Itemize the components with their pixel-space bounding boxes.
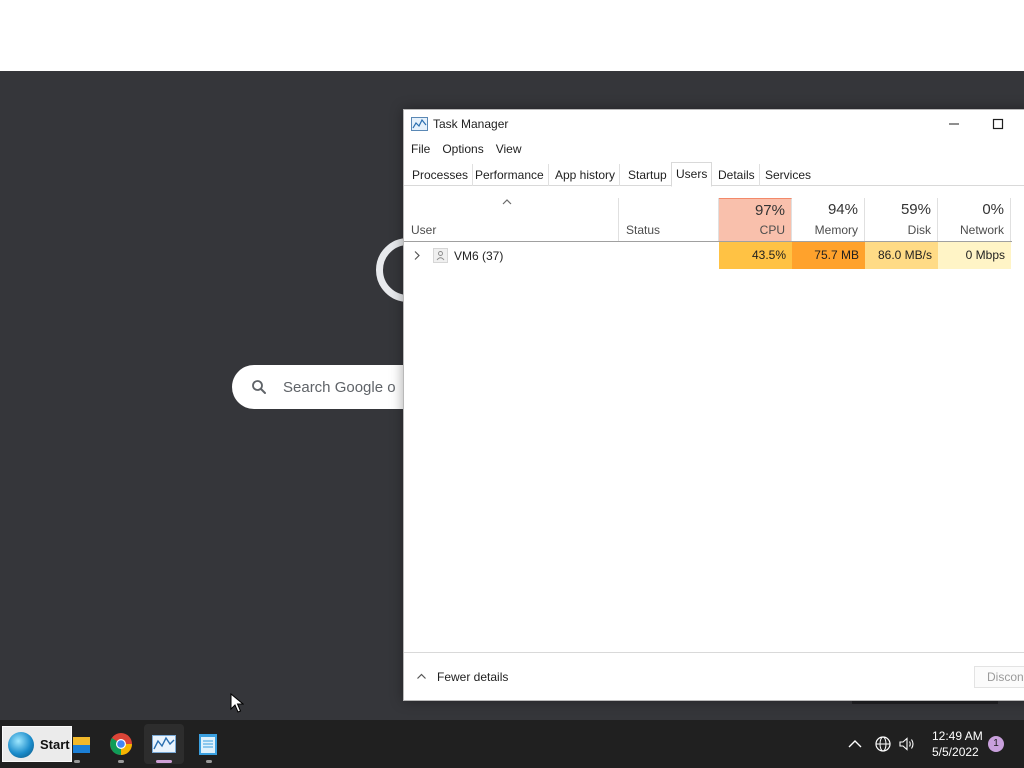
- status-column-label: Status: [626, 223, 661, 237]
- user-name: VM6 (37): [454, 249, 504, 263]
- notepad-icon[interactable]: [198, 732, 218, 756]
- network-column-label: Network: [959, 223, 1004, 237]
- speaker-icon[interactable]: [898, 735, 916, 753]
- tab-processes[interactable]: Processes: [408, 164, 474, 186]
- column-header-cpu[interactable]: 97% CPU: [719, 198, 792, 242]
- tab-services[interactable]: Services: [761, 164, 815, 186]
- memory-value: 75.7 MB: [792, 242, 865, 269]
- notification-badge[interactable]: 1: [988, 736, 1004, 752]
- sort-ascending-icon: [502, 199, 512, 205]
- notepad-indicator: [206, 760, 212, 763]
- cpu-value: 43.5%: [719, 242, 792, 269]
- start-orb-icon: [8, 732, 34, 758]
- taskbar: Start 12:49 AM 5/5/2022 1: [0, 720, 1024, 768]
- globe-icon[interactable]: [874, 735, 892, 753]
- cpu-column-label: CPU: [759, 223, 785, 237]
- cpu-total-percent: 97%: [754, 202, 785, 219]
- user-column-label: User: [411, 223, 437, 237]
- menu-view[interactable]: View: [490, 140, 528, 158]
- tab-performance[interactable]: Performance: [471, 164, 549, 186]
- file-explorer-indicator: [74, 760, 80, 763]
- network-value: 0 Mbps: [938, 242, 1011, 269]
- start-label: Start: [40, 737, 70, 752]
- footer: Fewer details Discon: [404, 652, 1024, 700]
- window-title: Task Manager: [433, 117, 509, 131]
- tab-details[interactable]: Details: [714, 164, 760, 186]
- disk-column-label: Disk: [907, 223, 931, 237]
- column-header-memory[interactable]: 94% Memory: [792, 198, 865, 242]
- disconnect-button[interactable]: Discon: [974, 666, 1024, 688]
- menu-file[interactable]: File: [404, 140, 436, 158]
- column-header-user[interactable]: User: [404, 198, 619, 242]
- user-avatar-icon: [433, 248, 448, 263]
- memory-column-label: Memory: [814, 223, 858, 237]
- tab-users[interactable]: Users: [671, 162, 713, 187]
- column-header-status[interactable]: Status: [619, 198, 719, 242]
- table-row[interactable]: VM6 (37) 43.5% 75.7 MB 86.0 MB/s 0 Mbps: [404, 242, 1012, 269]
- column-header-disk[interactable]: 59% Disk: [865, 198, 938, 242]
- menu-options[interactable]: Options: [436, 140, 489, 158]
- browser-top-area: [0, 0, 1024, 71]
- memory-total-percent: 94%: [827, 201, 858, 218]
- file-explorer-icon[interactable]: [73, 732, 91, 756]
- chevron-up-icon[interactable]: [416, 673, 427, 680]
- minimize-icon[interactable]: [944, 115, 964, 133]
- disk-value: 86.0 MB/s: [865, 242, 938, 269]
- title-bar[interactable]: Task Manager: [404, 110, 1024, 138]
- search-icon: [252, 380, 266, 394]
- chrome-indicator: [118, 760, 124, 763]
- clock-time[interactable]: 12:49 AM: [932, 729, 983, 743]
- task-manager-app-icon: [411, 117, 428, 131]
- fewer-details-link[interactable]: Fewer details: [437, 670, 508, 684]
- task-manager-window: Task Manager File Options View Processes…: [403, 109, 1024, 701]
- search-placeholder: Search Google o: [283, 378, 396, 396]
- column-header-network[interactable]: 0% Network: [938, 198, 1011, 242]
- chevron-up-icon[interactable]: [846, 735, 864, 753]
- mouse-cursor-icon: [230, 693, 244, 713]
- expand-chevron-icon[interactable]: [413, 250, 421, 261]
- tab-startup[interactable]: Startup: [624, 164, 672, 186]
- start-button[interactable]: Start: [2, 726, 72, 762]
- maximize-icon[interactable]: [988, 115, 1008, 133]
- network-total-percent: 0%: [982, 201, 1004, 218]
- menu-bar: File Options View: [404, 140, 528, 158]
- task-manager-indicator: [156, 760, 172, 763]
- task-manager-icon[interactable]: [152, 732, 176, 756]
- tab-app-history[interactable]: App history: [551, 164, 621, 186]
- disk-total-percent: 59%: [900, 201, 931, 218]
- chrome-icon[interactable]: [109, 732, 133, 756]
- tab-strip: Processes Performance App history Startu…: [404, 162, 1024, 187]
- clock-date[interactable]: 5/5/2022: [932, 745, 979, 759]
